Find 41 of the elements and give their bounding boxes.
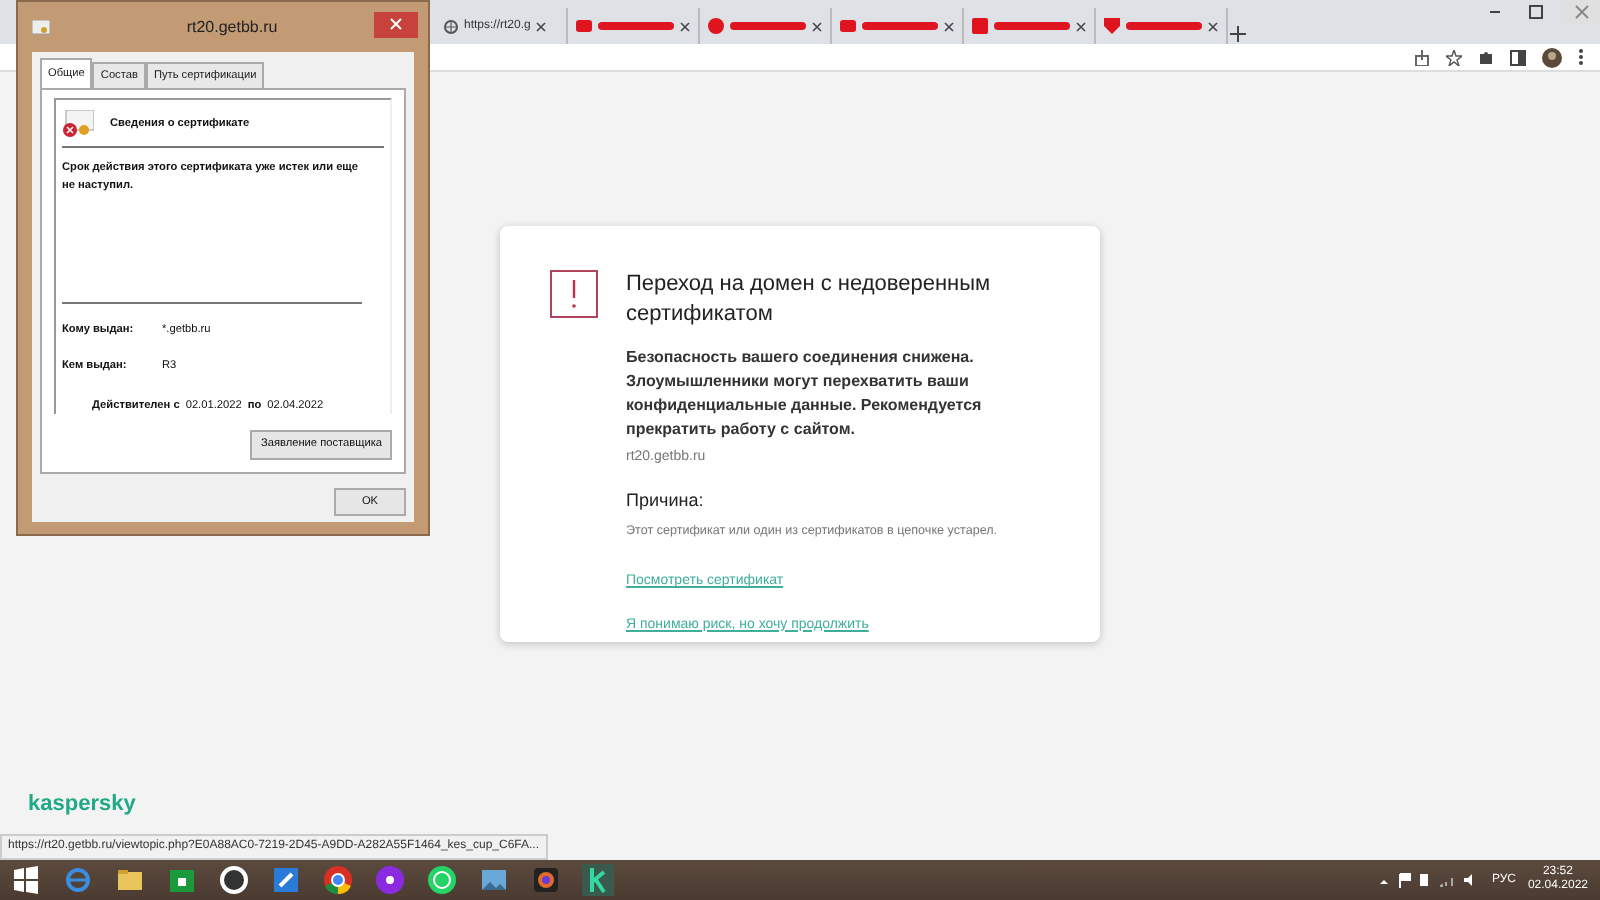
certificate-error-icon (62, 110, 94, 139)
redacted-icon (972, 18, 988, 34)
share-icon[interactable] (1414, 49, 1430, 65)
close-icon[interactable] (680, 21, 690, 31)
redaction-mark (598, 22, 674, 30)
avatar-icon[interactable] (1542, 47, 1562, 67)
card-title: Переход на домен с недоверенным сертификатом (626, 270, 993, 330)
photo-icon[interactable] (478, 864, 510, 896)
close-icon (390, 18, 402, 31)
warning-icon (550, 270, 598, 318)
chat-icon[interactable] (426, 864, 458, 896)
redacted-icon (1104, 18, 1120, 34)
redacted-icon (576, 18, 592, 34)
close-icon[interactable] (1208, 21, 1218, 31)
store-icon[interactable] (166, 864, 198, 896)
warning-message: Безопасность вашего соединения снижена. Злоумышленники могут перехватить ваши конфиденциальные данные. Рекомендуется прекратить работу с сайтом. (626, 345, 984, 442)
star-icon[interactable] (1446, 49, 1462, 65)
browser-icon[interactable] (62, 864, 94, 896)
puzzle-icon[interactable] (1478, 49, 1494, 65)
folder-icon[interactable] (114, 864, 146, 896)
close-icon[interactable] (536, 21, 547, 31)
reason-heading: Причина: (626, 488, 706, 515)
globe-icon (444, 19, 458, 33)
redaction-mark (994, 22, 1070, 30)
redaction-mark (1126, 22, 1202, 30)
redacted-icon (840, 18, 856, 34)
window-title: rt20.getbb.ru (186, 15, 278, 39)
menu-icon[interactable] (1578, 48, 1584, 66)
chrome-icon[interactable] (322, 864, 354, 896)
sidebar-icon[interactable] (1510, 49, 1526, 65)
redacted-icon (708, 18, 724, 34)
certificate-icon (32, 19, 50, 35)
redaction-mark (862, 22, 938, 30)
close-icon[interactable] (1076, 21, 1086, 31)
redaction-mark (730, 22, 806, 30)
close-icon[interactable] (812, 21, 822, 31)
close-icon[interactable] (944, 21, 954, 31)
k-icon[interactable] (582, 864, 614, 896)
new-tab-icon[interactable] (1228, 24, 1248, 44)
close-button[interactable] (374, 12, 418, 38)
brand-logo: kaspersky (28, 789, 136, 819)
